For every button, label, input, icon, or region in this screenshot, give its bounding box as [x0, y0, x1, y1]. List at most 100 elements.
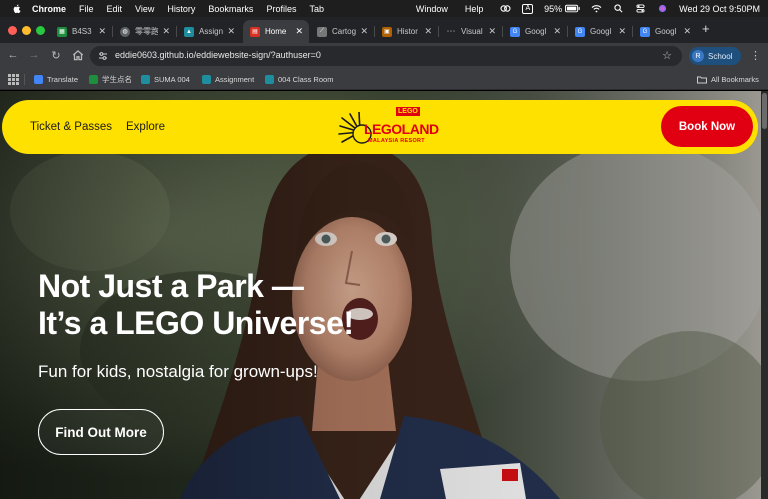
- menu-help[interactable]: Help: [465, 4, 484, 14]
- bookmark-004-class-room[interactable]: 004 Class Room: [265, 73, 333, 86]
- window-close-icon[interactable]: [8, 26, 17, 35]
- bookmark-label: 004 Class Room: [278, 75, 334, 84]
- browser-tab-strip: ▦ B4S3 ✕ ◍ 零零跑 ✕ ▲ Assign ✕ ▤ Home ✕ ⟋ Carto…: [0, 17, 768, 43]
- battery-percent: 95%: [544, 3, 563, 14]
- menubar-clock[interactable]: Wed 29 Oct 9:50PM: [679, 4, 760, 14]
- tab-label: Googl: [590, 27, 612, 36]
- home-icon[interactable]: [71, 48, 85, 62]
- menu-history[interactable]: History: [167, 4, 195, 14]
- forward-arrow-icon[interactable]: →: [27, 48, 41, 62]
- logo-subtext: MALAYSIA RESORT: [368, 138, 425, 144]
- menu-tab[interactable]: Tab: [309, 4, 324, 14]
- creative-cloud-icon[interactable]: [500, 4, 511, 13]
- tab-lingling[interactable]: ◍ 零零跑 ✕: [113, 20, 176, 43]
- bookmark-suma-004[interactable]: SUMA 004: [141, 73, 190, 86]
- control-center-icon[interactable]: [635, 4, 646, 13]
- tab-close-icon[interactable]: ✕: [360, 26, 368, 37]
- menu-file[interactable]: File: [79, 4, 94, 14]
- classroom-icon: [202, 75, 211, 84]
- translate-icon: [34, 75, 43, 84]
- battery-status: 95%: [544, 4, 580, 14]
- bookmark-star-icon[interactable]: ☆: [662, 49, 672, 62]
- scrollbar-thumb[interactable]: [762, 93, 767, 129]
- translate-icon: G: [640, 26, 650, 37]
- battery-icon[interactable]: [565, 4, 580, 13]
- translate-icon: G: [510, 26, 520, 37]
- tab-close-icon[interactable]: ✕: [618, 26, 626, 37]
- macos-menubar: Chrome File Edit View History Bookmarks …: [0, 0, 768, 17]
- tab-label: Assign: [199, 27, 224, 36]
- bookmark-label: Translate: [47, 75, 78, 84]
- tab-cartography[interactable]: ⟋ Cartog ✕: [310, 20, 374, 43]
- translate-icon: G: [575, 26, 585, 37]
- page-scrollbar[interactable]: [761, 91, 768, 499]
- tab-label: Histor: [397, 27, 418, 36]
- bookmark-label: SUMA 004: [154, 75, 190, 84]
- tab-google-translate-3[interactable]: G Googl ✕: [633, 20, 697, 43]
- tab-close-icon[interactable]: ✕: [162, 26, 170, 37]
- apple-icon[interactable]: [12, 4, 22, 14]
- menu-profiles[interactable]: Profiles: [266, 4, 296, 14]
- apps-grid-icon[interactable]: [8, 74, 19, 85]
- profile-button[interactable]: R School: [689, 47, 741, 65]
- classroom-icon: ▲: [184, 26, 194, 37]
- tab-home-active[interactable]: ▤ Home ✕: [243, 20, 309, 43]
- wifi-icon[interactable]: [591, 4, 602, 13]
- window-minimize-icon[interactable]: [22, 26, 31, 35]
- nav-explore-link[interactable]: Explore: [126, 121, 165, 133]
- hero-title: Not Just a Park — It’s a LEGO Universe!: [38, 268, 354, 342]
- tab-google-translate-1[interactable]: G Googl ✕: [503, 20, 567, 43]
- history-icon: ▣: [382, 26, 392, 37]
- tab-b4s3[interactable]: ▦ B4S3 ✕: [50, 20, 112, 43]
- keyboard-input-icon[interactable]: A: [522, 3, 534, 14]
- tab-close-icon[interactable]: ✕: [553, 26, 561, 37]
- reload-icon[interactable]: ↻: [49, 48, 63, 62]
- tab-close-icon[interactable]: ✕: [424, 26, 432, 37]
- tab-close-icon[interactable]: ✕: [488, 26, 496, 37]
- hero-subtitle: Fun for kids, nostalgia for grown-ups!: [38, 362, 318, 381]
- tab-close-icon[interactable]: ✕: [683, 26, 691, 37]
- siri-icon[interactable]: [657, 4, 668, 13]
- nav-ticket-passes-link[interactable]: Ticket & Passes: [30, 121, 112, 133]
- tab-google-translate-2[interactable]: G Googl ✕: [568, 20, 632, 43]
- tab-label: B4S3: [72, 27, 92, 36]
- menu-chrome[interactable]: Chrome: [32, 4, 66, 14]
- menu-bookmarks[interactable]: Bookmarks: [208, 4, 253, 14]
- back-arrow-icon[interactable]: ←: [6, 48, 20, 62]
- tab-assignment[interactable]: ▲ Assign ✕: [177, 20, 241, 43]
- tab-visual[interactable]: ⋯ Visual ✕: [439, 20, 502, 43]
- address-bar[interactable]: eddie0603.github.io/eddiewebsite-sign/?a…: [90, 46, 682, 66]
- bookmark-student-rollcall[interactable]: 学生点名: [89, 73, 132, 86]
- web-page-viewport: Ticket & Passes Explore LEGO LEGOLAND MA…: [0, 91, 761, 499]
- sheets-icon: ▦: [57, 26, 67, 37]
- logo-wordmark: LEGOLAND: [364, 121, 439, 137]
- lego-badge: LEGO: [395, 106, 421, 117]
- more-menu-icon[interactable]: ⋮: [750, 49, 761, 62]
- bookmark-assignment[interactable]: Assignment: [202, 73, 254, 86]
- all-bookmarks-button[interactable]: All Bookmarks: [697, 73, 759, 86]
- page-icon: ▤: [250, 26, 260, 37]
- tab-close-icon[interactable]: ✕: [295, 26, 303, 37]
- tab-label: Home: [265, 27, 287, 36]
- book-now-button[interactable]: Book Now: [661, 106, 753, 147]
- profile-label: School: [708, 51, 733, 61]
- new-tab-plus-icon[interactable]: +: [702, 21, 710, 36]
- bookmark-translate[interactable]: Translate: [34, 73, 78, 86]
- folder-icon: [697, 76, 707, 84]
- menu-edit[interactable]: Edit: [107, 4, 123, 14]
- legoland-logo[interactable]: LEGO LEGOLAND MALAYSIA RESORT: [338, 104, 439, 150]
- find-out-more-button[interactable]: Find Out More: [38, 409, 164, 455]
- url-text[interactable]: eddie0603.github.io/eddiewebsite-sign/?a…: [115, 50, 321, 60]
- tab-history[interactable]: ▣ Histor ✕: [375, 20, 438, 43]
- tab-close-icon[interactable]: ✕: [227, 26, 235, 37]
- bookmarks-bar: Translate 学生点名 SUMA 004 Assignment 004 C…: [0, 69, 768, 90]
- menu-window[interactable]: Window: [416, 4, 448, 14]
- window-zoom-icon[interactable]: [36, 26, 45, 35]
- spotlight-search-icon[interactable]: [613, 4, 624, 13]
- tab-label: Googl: [655, 27, 677, 36]
- site-settings-icon[interactable]: [98, 51, 108, 61]
- classroom-icon: [141, 75, 150, 84]
- tab-close-icon[interactable]: ✕: [98, 26, 106, 37]
- tab-label: 零零跑: [135, 27, 159, 36]
- menu-view[interactable]: View: [135, 4, 154, 14]
